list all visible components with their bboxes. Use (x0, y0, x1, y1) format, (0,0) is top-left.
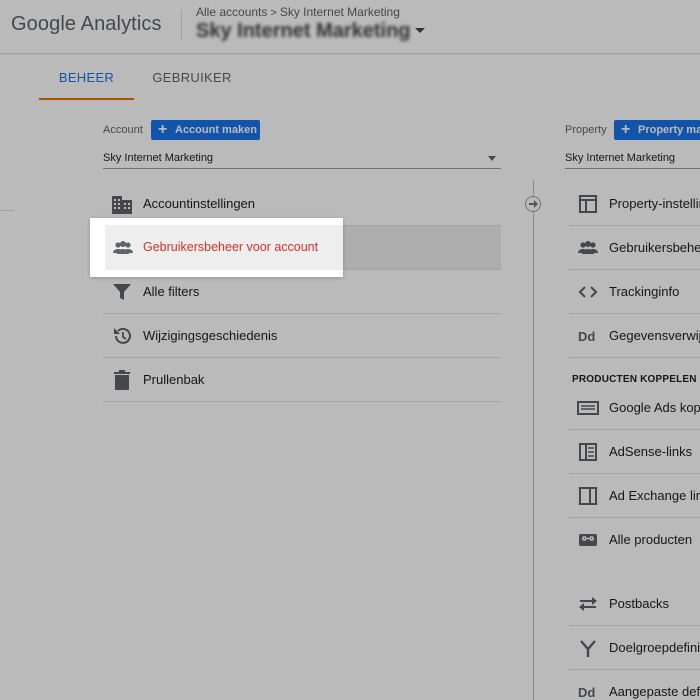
menu-item-postbacks[interactable]: Postbacks (569, 582, 700, 626)
breadcrumb-account[interactable]: Sky Internet Marketing (280, 5, 400, 19)
menu-item-label: Aangepaste definities (609, 684, 700, 699)
menu-item-property-settings[interactable]: Property-instellingen (569, 182, 700, 226)
tab-gebruiker[interactable]: GEBRUIKER (140, 55, 244, 100)
menu-item-label: AdSense-links (609, 444, 693, 459)
plus-icon: + (158, 121, 168, 138)
svg-text:Dd: Dd (578, 685, 595, 700)
menu-item-label: Trackinginfo (609, 284, 680, 299)
account-title[interactable]: Sky Internet Marketing (196, 20, 411, 43)
menu-item-change-history[interactable]: Wijzigingsgeschiedenis (103, 314, 501, 358)
menu-item-ad-exchange-links[interactable]: Ad Exchange links (569, 474, 700, 518)
dd-icon: Dd (577, 682, 599, 700)
menu-item-label: Gebruikersbeheer voor property (609, 240, 700, 255)
property-settings-icon (577, 194, 599, 214)
header-divider (181, 10, 182, 40)
breadcrumb-all-accounts[interactable]: Alle accounts (196, 5, 267, 19)
chevron-down-icon (488, 156, 496, 161)
google-analytics-logo[interactable]: Google Analytics (11, 13, 162, 36)
dd-icon: Dd (577, 326, 599, 346)
menu-item-label: Alle producten (609, 532, 693, 547)
adsense-icon (577, 442, 599, 462)
postbacks-icon (577, 594, 599, 614)
menu-item-audience-definitions[interactable]: Doelgroepdefinities (569, 626, 700, 670)
menu-item-property-user-management[interactable]: Gebruikersbeheer voor property (569, 226, 700, 270)
breadcrumb-separator: > (270, 7, 277, 19)
highlighted-item-label: Gebruikersbeheer voor account (143, 240, 319, 254)
breadcrumb[interactable]: Alle accounts > Sky Internet Marketing (196, 5, 400, 19)
admin-tabs: BEHEER GEBRUIKER (0, 55, 700, 100)
create-account-button[interactable]: + Account maken (151, 120, 260, 140)
menu-item-label: Gegevensverwijdering (609, 328, 700, 343)
property-column-label: Property (565, 124, 607, 136)
menu-item-label: Property-instellingen (609, 196, 700, 211)
menu-item-tracking-info[interactable]: Trackinginfo (569, 270, 700, 314)
ads-icon (577, 398, 599, 418)
create-property-label: Property maken (638, 124, 700, 136)
menu-item-label: Prullenbak (143, 372, 205, 387)
create-account-label: Account maken (175, 124, 257, 136)
filter-icon (111, 282, 133, 302)
users-icon (111, 238, 135, 258)
menu-item-label: Doelgroepdefinities (609, 640, 700, 655)
menu-item-custom-definitions[interactable]: Dd Aangepaste definities (569, 670, 700, 700)
menu-item-label: Google Ads koppelen (609, 400, 700, 415)
menu-item-label: Postbacks (609, 596, 669, 611)
chevron-down-icon[interactable] (415, 28, 425, 33)
menu-item-google-ads-links[interactable]: Google Ads koppelen (569, 386, 700, 430)
account-selector[interactable]: Sky Internet Marketing (103, 147, 501, 169)
svg-text:Dd: Dd (578, 329, 595, 344)
building-icon (111, 194, 133, 214)
menu-item-label: Ad Exchange links (609, 488, 700, 503)
left-sidebar (0, 100, 39, 700)
highlighted-menu-item-account-user-management[interactable]: Gebruikersbeheer voor account (105, 225, 343, 270)
admin-panel: Account + Account maken Sky Internet Mark… (39, 100, 700, 700)
property-selector[interactable]: Sky Internet Marketing (565, 147, 700, 169)
menu-item-adsense-links[interactable]: AdSense-links (569, 430, 700, 474)
history-icon (111, 326, 133, 346)
menu-item-all-products[interactable]: Alle producten (569, 518, 700, 562)
highlight-callout: Gebruikersbeheer voor account (90, 218, 343, 277)
tab-beheer[interactable]: BEHEER (39, 55, 134, 100)
menu-item-trash[interactable]: Prullenbak (103, 358, 501, 402)
section-heading-link-products: PRODUCTEN KOPPELEN (572, 374, 697, 385)
menu-item-data-deletion[interactable]: Dd Gegevensverwijdering (569, 314, 700, 358)
code-icon (577, 282, 599, 302)
link-icon (577, 530, 599, 550)
property-selector-value: Sky Internet Marketing (565, 152, 676, 164)
column-divider (533, 180, 534, 700)
ad-exchange-icon (577, 486, 599, 506)
trash-icon (111, 370, 133, 390)
plus-icon: + (621, 121, 631, 138)
create-property-button[interactable]: + Property maken (614, 120, 700, 140)
users-icon (577, 238, 599, 258)
menu-item-label: Wijzigingsgeschiedenis (143, 328, 278, 343)
account-selector-value: Sky Internet Marketing (103, 152, 214, 164)
account-column-label: Account (103, 124, 143, 136)
app-header: Google Analytics Alle accounts > Sky Inter… (0, 0, 700, 54)
audience-icon (577, 638, 599, 658)
arrow-right-icon[interactable] (525, 196, 541, 212)
sidebar-divider (0, 210, 14, 211)
